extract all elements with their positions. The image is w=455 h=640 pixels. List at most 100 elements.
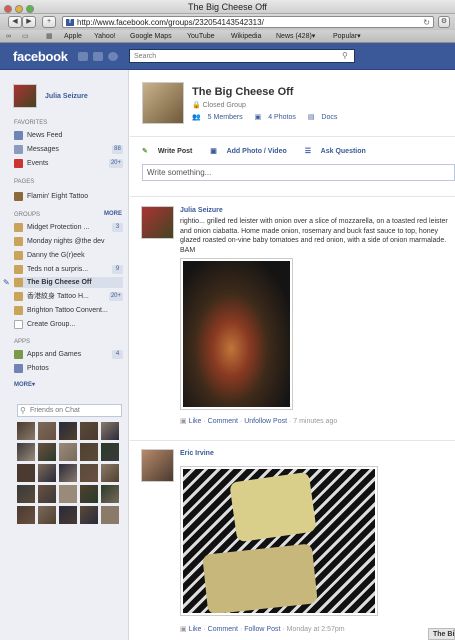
post-author[interactable]: Eric Irvine — [180, 450, 214, 457]
post-photo[interactable] — [180, 466, 378, 616]
bookmark-google-maps[interactable]: Google Maps — [130, 30, 172, 43]
edit-pencil-icon[interactable]: ✎ — [3, 278, 10, 287]
bookmark-apple[interactable]: Apple — [64, 30, 82, 43]
chat-friend-avatar[interactable] — [101, 506, 119, 524]
chat-friend-avatar[interactable] — [59, 464, 77, 482]
profile-name[interactable]: Julia Seizure — [45, 93, 88, 100]
comment-link[interactable]: Comment — [208, 418, 238, 425]
chat-friend-avatar[interactable] — [80, 485, 98, 503]
groups-more-link[interactable]: MORE — [104, 211, 122, 217]
sidebar-item-photos[interactable]: Photos — [14, 363, 123, 374]
tab-ask-question[interactable]: ☰ Ask Question — [305, 148, 374, 155]
like-link[interactable]: Like — [189, 626, 202, 633]
settings-icon[interactable]: ⚙ — [438, 16, 450, 28]
chat-friend-avatar[interactable] — [38, 485, 56, 503]
group-title[interactable]: The Big Cheese Off — [192, 86, 293, 98]
tab-label: Ask Question — [320, 148, 366, 155]
bookmark-yahoo[interactable]: Yahoo! — [94, 30, 116, 43]
sidebar-item-page[interactable]: Flamin' Eight Tattoo — [14, 191, 123, 202]
chat-friend-avatar[interactable] — [38, 422, 56, 440]
chat-friend-avatar[interactable] — [101, 443, 119, 461]
post-timestamp[interactable]: Monday at 2:57pm — [287, 626, 345, 633]
sidebar-item-apps-and-games[interactable]: Apps and Games 4 — [14, 349, 123, 360]
sidebar-item-current-group[interactable]: The Big Cheese Off — [14, 277, 123, 288]
sidebar-item-group[interactable]: 香港紋身 Tattoo H... 20+ — [14, 291, 123, 302]
chat-friend-avatar[interactable] — [80, 506, 98, 524]
post-actions: ▣ Like · Comment · Follow Post · Monday … — [180, 626, 345, 633]
post-photo[interactable] — [180, 258, 293, 410]
chat-friend-avatar[interactable] — [38, 464, 56, 482]
reading-list-icon[interactable]: ∞ — [6, 30, 11, 43]
chat-friend-avatar[interactable] — [80, 464, 98, 482]
chat-friend-avatar[interactable] — [59, 443, 77, 461]
facebook-favicon-icon: f — [66, 19, 74, 26]
sidebar-more-link[interactable]: MORE▾ — [14, 381, 35, 388]
chat-friend-avatar[interactable] — [17, 506, 35, 524]
sidebar-item-create-group[interactable]: Create Group... — [14, 319, 123, 330]
sidebar-item-group[interactable]: Teds not a surpris... 9 — [14, 264, 123, 275]
unfollow-post-link[interactable]: Unfollow Post — [244, 418, 287, 425]
sidebar-item-group[interactable]: Monday nights @the dev — [14, 236, 123, 247]
avatar[interactable] — [141, 206, 174, 239]
sidebar-item-group[interactable]: Brighton Tattoo Convent... — [14, 305, 123, 316]
chat-friend-avatar[interactable] — [80, 422, 98, 440]
comment-link[interactable]: Comment — [208, 626, 238, 633]
book-icon[interactable]: ▭ — [22, 30, 29, 43]
chat-friend-avatar[interactable] — [59, 422, 77, 440]
bookmark-popular[interactable]: Popular▾ — [333, 30, 361, 43]
chat-friend-avatar[interactable] — [17, 464, 35, 482]
chat-search-input[interactable]: ⚲ Friends on Chat — [17, 404, 122, 417]
chat-friend-avatar[interactable] — [17, 485, 35, 503]
chat-friend-avatar[interactable] — [101, 464, 119, 482]
friend-requests-icon[interactable] — [78, 52, 88, 61]
reload-icon[interactable]: ↻ — [423, 17, 430, 28]
sidebar-item-group[interactable]: Midget Protection ... 3 — [14, 222, 123, 233]
photos-link[interactable]: ▣ 4 Photos — [255, 114, 301, 121]
count-badge: 9 — [112, 265, 123, 274]
post-timestamp[interactable]: 7 minutes ago — [293, 418, 337, 425]
write-post-placeholder: Write something... — [147, 168, 212, 177]
new-tab-button[interactable]: + — [42, 16, 56, 28]
tab-write-post[interactable]: ✎ Write Post — [142, 148, 200, 155]
like-link[interactable]: Like — [189, 418, 202, 425]
members-link[interactable]: 👥 5 Members — [192, 114, 248, 121]
docs-link[interactable]: ▤ Docs — [308, 114, 343, 121]
facebook-logo[interactable]: facebook — [13, 49, 68, 64]
group-links: 👥 5 Members ▣ 4 Photos ▤ Docs — [192, 113, 347, 121]
sidebar-item-news-feed[interactable]: News Feed — [14, 130, 123, 141]
divider — [130, 440, 455, 441]
search-input[interactable]: Search ⚲ — [129, 49, 355, 63]
chat-friend-avatar[interactable] — [101, 422, 119, 440]
chat-friend-avatar[interactable] — [59, 506, 77, 524]
search-icon[interactable]: ⚲ — [342, 51, 352, 61]
chat-friend-avatar[interactable] — [38, 443, 56, 461]
messages-icon[interactable] — [93, 52, 103, 61]
top-sites-icon[interactable]: ▦ — [46, 30, 53, 43]
chat-tab[interactable]: The Big Cheese Off — [428, 628, 455, 640]
chat-friend-avatar[interactable] — [101, 485, 119, 503]
notifications-icon[interactable] — [108, 52, 118, 61]
chat-friend-avatar[interactable] — [17, 422, 35, 440]
group-photo[interactable] — [142, 82, 184, 124]
sidebar-item-messages[interactable]: Messages 88 — [14, 144, 123, 155]
sidebar-item-events[interactable]: Events 20+ — [14, 158, 123, 169]
tab-add-photo[interactable]: ▣ Add Photo / Video — [210, 148, 294, 155]
follow-post-link[interactable]: Follow Post — [244, 626, 280, 633]
sidebar-item-group[interactable]: Danny the G(r)eek — [14, 250, 123, 261]
chat-friend-avatar[interactable] — [38, 506, 56, 524]
url-bar[interactable]: f http://www.facebook.com/groups/2320541… — [62, 16, 434, 28]
avatar[interactable] — [141, 449, 174, 482]
group-privacy-label: Closed Group — [202, 102, 246, 109]
avatar[interactable] — [13, 84, 37, 108]
bookmark-news[interactable]: News (428)▾ — [276, 30, 315, 43]
chat-friend-avatar[interactable] — [59, 485, 77, 503]
bookmark-youtube[interactable]: YouTube — [187, 30, 215, 43]
forward-button[interactable]: ▶ — [22, 16, 36, 28]
write-post-input[interactable]: Write something... — [142, 164, 455, 181]
post-author[interactable]: Julia Seizure — [180, 207, 223, 214]
sidebar-item-label: Apps and Games — [27, 351, 82, 358]
back-button[interactable]: ◀ — [8, 16, 22, 28]
chat-friend-avatar[interactable] — [17, 443, 35, 461]
chat-friend-avatar[interactable] — [80, 443, 98, 461]
bookmark-wikipedia[interactable]: Wikipedia — [231, 30, 261, 43]
